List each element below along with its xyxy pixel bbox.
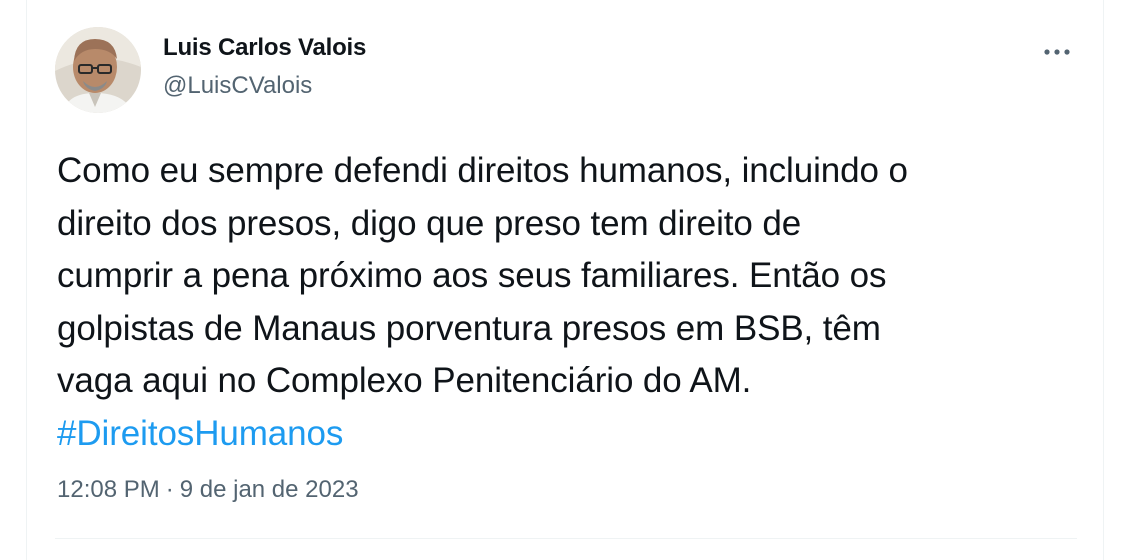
tweet-text-line: direito dos presos, digo que preso tem d… <box>57 203 802 243</box>
more-horizontal-icon <box>1044 49 1070 55</box>
tweet-card: Luis Carlos Valois @LuisCValois Como eu … <box>26 0 1104 560</box>
profile-photo-icon <box>55 27 141 113</box>
meta-separator: · <box>165 476 174 503</box>
author-name[interactable]: Luis Carlos Valois <box>163 34 366 62</box>
tweet-text-line: Como eu sempre defendi direitos humanos,… <box>57 151 908 190</box>
tweet-date[interactable]: 9 de jan de 2023 <box>180 476 359 503</box>
avatar[interactable] <box>55 27 141 113</box>
tweet-time[interactable]: 12:08 PM <box>57 476 160 503</box>
author-handle[interactable]: @LuisCValois <box>163 72 312 100</box>
divider <box>55 538 1077 539</box>
hashtag-link[interactable]: #DireitosHumanos <box>57 408 1087 461</box>
tweet-text-line: golpistas de Manaus porventura presos em… <box>57 308 881 348</box>
tweet-timestamp: 12:08 PM · 9 de jan de 2023 <box>57 476 359 504</box>
more-options-button[interactable] <box>1037 32 1077 72</box>
tweet-text-line: vaga aqui no Complexo Penitenciário do A… <box>57 361 752 400</box>
tweet-text-line: cumprir a pena próximo aos seus familiar… <box>57 256 887 295</box>
tweet-text: Como eu sempre defendi direitos humanos,… <box>57 145 1087 460</box>
